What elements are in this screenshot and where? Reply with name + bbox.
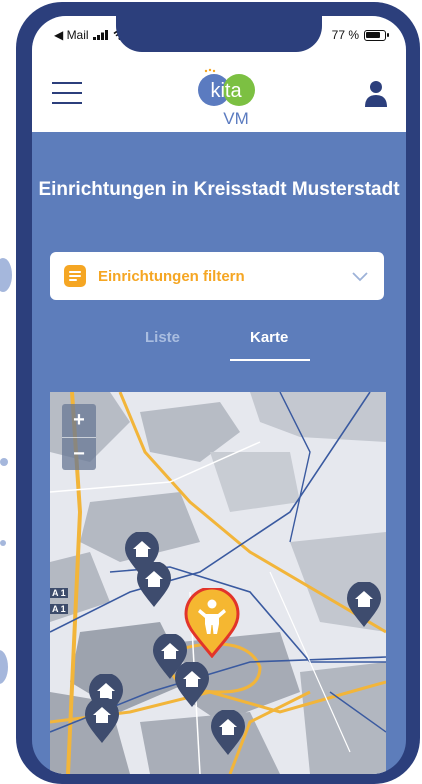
user-profile-icon[interactable]: [364, 80, 388, 108]
app-screen: ◀ Mail 77 % kita VM Einrichtungen in Kre…: [32, 16, 406, 774]
daycare-map-pin[interactable]: [84, 697, 120, 749]
menu-line: [52, 102, 82, 104]
page-title: Einrichtungen in Kreisstadt Musterstadt: [38, 179, 400, 200]
decor-blob: [0, 540, 6, 546]
tab-liste[interactable]: Liste: [145, 329, 180, 346]
battery-percentage: 77 %: [331, 28, 359, 42]
active-tab-indicator: [230, 359, 310, 361]
kita-vm-logo: kita VM: [198, 68, 255, 128]
chevron-down-icon: [352, 272, 368, 282]
home-pin-icon: [175, 661, 209, 707]
zoom-in-button[interactable]: +: [62, 404, 96, 437]
home-pin-icon: [347, 581, 381, 627]
logo-text-kita: kita: [210, 80, 242, 102]
phone-notch: [116, 16, 322, 52]
daycare-map-pin[interactable]: [346, 581, 382, 633]
zoom-controls: + −: [62, 404, 96, 470]
signal-icon: [92, 30, 108, 40]
home-pin-icon: [85, 697, 119, 743]
home-pin-icon: [137, 561, 171, 607]
menu-button[interactable]: [52, 82, 82, 104]
menu-line: [52, 92, 82, 94]
back-to-mail-link[interactable]: ◀ Mail: [54, 28, 89, 42]
decor-blob: [0, 458, 8, 466]
daycare-map-pin[interactable]: [136, 561, 172, 613]
selected-location-pin[interactable]: [184, 586, 240, 663]
child-pin-icon: [184, 586, 240, 659]
filter-dropdown[interactable]: Einrichtungen filtern: [50, 252, 384, 300]
road-label-a1: A 1: [50, 588, 68, 598]
tab-karte[interactable]: Karte: [250, 329, 288, 346]
decor-blob: [0, 258, 12, 292]
menu-line: [52, 82, 82, 84]
decor-blob: [0, 650, 8, 684]
map-view[interactable]: A 1 A 1 + −: [50, 392, 386, 774]
zoom-out-button[interactable]: −: [62, 437, 96, 470]
view-tabs: Liste Karte: [32, 329, 406, 369]
logo-text-vm: VM: [223, 109, 249, 128]
home-pin-icon: [211, 709, 245, 755]
phone-frame: ◀ Mail 77 % kita VM Einrichtungen in Kre…: [16, 2, 420, 784]
status-bar-right: 77 %: [331, 28, 389, 42]
filter-list-icon: [64, 265, 86, 287]
daycare-map-pin[interactable]: [174, 661, 210, 713]
road-label-a1: A 1: [50, 604, 68, 614]
battery-icon: [364, 29, 389, 41]
filter-dropdown-label: Einrichtungen filtern: [98, 267, 245, 285]
daycare-map-pin[interactable]: [210, 709, 246, 761]
